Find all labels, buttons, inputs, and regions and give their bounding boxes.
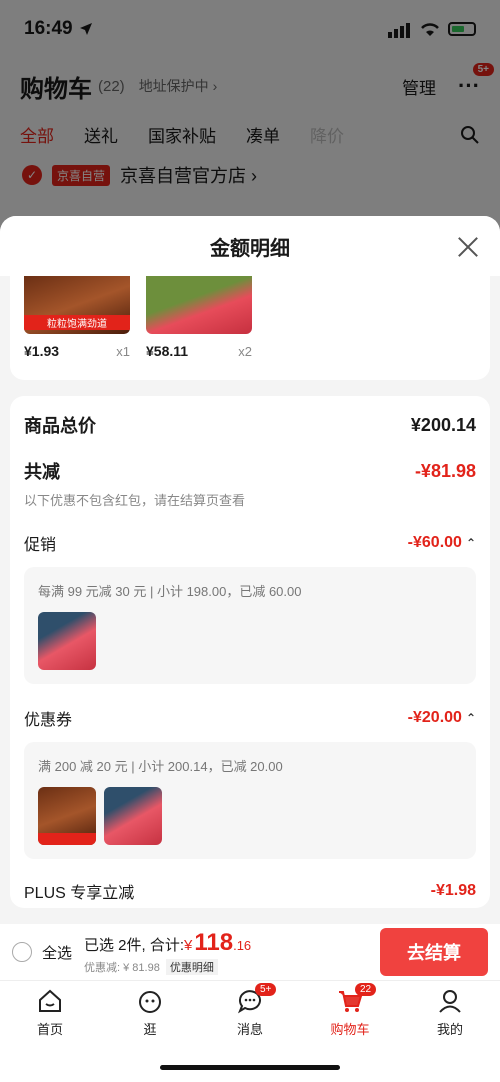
reduce-row: 共减 -¥81.98 bbox=[24, 458, 476, 484]
select-all-label[interactable]: 全选 bbox=[42, 942, 72, 963]
promo-value: -¥60.00 bbox=[407, 534, 462, 551]
promo-label: 促销 bbox=[24, 537, 57, 554]
home-indicator bbox=[160, 1065, 340, 1070]
discount-detail-chip[interactable]: 优惠明细 bbox=[165, 959, 218, 975]
product-thumbnail bbox=[146, 276, 252, 334]
tab-home[interactable]: 首页 bbox=[15, 987, 85, 1038]
cart-badge: 22 bbox=[355, 983, 377, 996]
close-icon[interactable] bbox=[456, 234, 480, 258]
home-icon bbox=[39, 989, 61, 1012]
coupon-label: 优惠券 bbox=[24, 712, 73, 729]
plus-value: -¥1.98 bbox=[430, 882, 476, 899]
total-row: 商品总价 ¥200.14 bbox=[24, 412, 476, 438]
coupon-detail-box: 满 200 减 20 元 | 小计 200.14，已减 20.00 bbox=[24, 742, 476, 859]
total-value: ¥200.14 bbox=[410, 414, 476, 435]
coupon-product-thumb bbox=[38, 787, 96, 845]
product-item[interactable]: 粒粒饱满劲道 ¥1.93 x1 bbox=[24, 276, 130, 380]
product-thumb-label: 粒粒饱满劲道 bbox=[24, 315, 130, 330]
coupon-row[interactable]: 优惠券 -¥20.00 ⌃ bbox=[24, 706, 476, 730]
coupon-value: -¥20.00 bbox=[407, 709, 462, 726]
tab-cart-label: 购物车 bbox=[330, 1022, 370, 1037]
promo-detail-box: 每满 99 元减 30 元 | 小计 198.00，已减 60.00 bbox=[24, 567, 476, 684]
sum-currency: ¥ bbox=[184, 937, 193, 954]
chevron-up-icon[interactable]: ⌃ bbox=[466, 536, 476, 550]
total-label: 商品总价 bbox=[24, 416, 96, 436]
product-qty: x2 bbox=[238, 344, 252, 359]
sheet-header: 金额明细 bbox=[0, 216, 500, 276]
reduce-label: 共减 bbox=[24, 462, 60, 482]
tab-browse-label: 逛 bbox=[143, 1022, 157, 1037]
product-qty: x1 bbox=[116, 344, 130, 359]
select-all-radio[interactable] bbox=[12, 942, 32, 962]
product-price: ¥58.11 bbox=[146, 343, 189, 359]
promo-desc: 每满 99 元减 30 元 | 小计 198.00，已减 60.00 bbox=[38, 584, 302, 599]
tab-messages-label: 消息 bbox=[236, 1022, 263, 1037]
checkout-bar: 全选 已选 2件, 合计: ¥ 118 .16 优惠减: ¥ 81.98 优惠明… bbox=[0, 924, 500, 980]
promo-thumbs bbox=[38, 612, 462, 670]
browse-face-icon bbox=[139, 991, 161, 1013]
product-price-row: ¥1.93 x1 bbox=[24, 343, 130, 359]
coupon-value-wrap: -¥20.00 ⌃ bbox=[408, 709, 476, 727]
messages-badge: 5+ bbox=[255, 983, 277, 996]
sheet-title: 金额明细 bbox=[210, 237, 290, 260]
selected-text: 已选 2件, 合计: bbox=[84, 937, 185, 954]
sum-decimals: .16 bbox=[233, 938, 252, 953]
price-summary-card: 商品总价 ¥200.14 共减 -¥81.98 以下优惠不包含红包，请在结算页查… bbox=[10, 396, 490, 908]
promo-product-thumb bbox=[38, 612, 96, 670]
tab-cart[interactable]: 22 购物车 bbox=[315, 983, 385, 1038]
selected-info: 已选 2件, 合计: ¥ 118 .16 优惠减: ¥ 81.98 优惠明细 bbox=[84, 929, 251, 975]
tab-home-label: 首页 bbox=[36, 1022, 63, 1037]
coupon-product-thumb bbox=[104, 787, 162, 845]
selected-line: 已选 2件, 合计: ¥ 118 .16 bbox=[84, 929, 251, 957]
bottom-tab-bar: 首页 逛 5+ 消息 22 购物车 我的 bbox=[0, 980, 500, 1082]
sum-amount: 118 bbox=[194, 929, 234, 956]
product-thumbnail: 粒粒饱满劲道 bbox=[24, 276, 130, 334]
tab-browse[interactable]: 逛 bbox=[115, 987, 185, 1038]
tab-mine-label: 我的 bbox=[436, 1022, 463, 1037]
reduce-note: 以下优惠不包含红包，请在结算页查看 bbox=[24, 493, 246, 508]
chevron-up-icon[interactable]: ⌃ bbox=[466, 711, 476, 725]
plus-label: PLUS 专享立减 bbox=[24, 885, 135, 902]
promo-row[interactable]: 促销 -¥60.00 ⌃ bbox=[24, 531, 476, 555]
coupon-thumbs bbox=[38, 787, 462, 845]
coupon-desc: 满 200 减 20 元 | 小计 200.14，已减 20.00 bbox=[38, 759, 283, 774]
tab-messages[interactable]: 5+ 消息 bbox=[215, 983, 285, 1038]
product-price: ¥1.93 bbox=[24, 343, 60, 359]
overlay-dim[interactable] bbox=[0, 0, 500, 230]
discount-line: 优惠减: ¥ 81.98 优惠明细 bbox=[84, 959, 251, 975]
discount-text: 优惠减: ¥ 81.98 bbox=[84, 962, 160, 974]
product-price-row: ¥58.11 x2 bbox=[146, 343, 252, 359]
checkout-button[interactable]: 去结算 bbox=[380, 928, 488, 976]
promo-value-wrap: -¥60.00 ⌃ bbox=[408, 534, 476, 552]
reduce-value: -¥81.98 bbox=[414, 460, 476, 481]
tab-mine[interactable]: 我的 bbox=[415, 987, 485, 1038]
thumb-tagline bbox=[38, 833, 96, 845]
product-item[interactable]: ¥58.11 x2 bbox=[146, 276, 252, 380]
products-card: 粒粒饱满劲道 ¥1.93 x1 ¥58.11 x2 bbox=[10, 276, 490, 380]
profile-icon bbox=[439, 990, 461, 1013]
plus-row: PLUS 专享立减 -¥1.98 bbox=[24, 879, 476, 903]
